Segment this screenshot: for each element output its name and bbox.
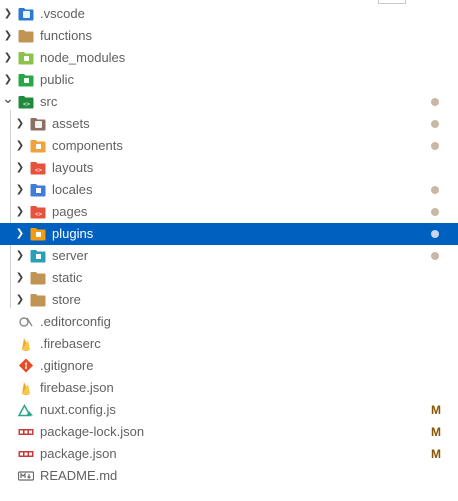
file-item-readme-md[interactable]: README.md <box>0 465 458 487</box>
item-label: .gitignore <box>40 358 94 373</box>
item-label: .firebaserc <box>40 336 101 351</box>
item-label: server <box>52 248 89 263</box>
item-label: functions <box>40 28 93 43</box>
item-label: plugins <box>52 226 94 241</box>
folder-item-public[interactable]: ❯ public <box>0 69 458 91</box>
plugins-folder-icon <box>30 227 46 241</box>
item-label: package.json <box>40 446 117 461</box>
folder-item-plugins[interactable]: ❯ plugins <box>0 223 458 245</box>
pages-folder-icon: <> <box>30 205 46 219</box>
folder-item-src[interactable]: ⌄ <> src <box>0 91 458 113</box>
layouts-folder-icon: <> <box>30 161 46 175</box>
folder-item-assets[interactable]: ❯ assets <box>0 113 458 135</box>
changes-dot-badge <box>431 142 439 150</box>
firebase-icon <box>18 337 34 351</box>
chevron-right-icon[interactable]: ❯ <box>0 3 16 25</box>
chevron-right-icon[interactable]: ❯ <box>12 135 28 157</box>
chevron-right-icon[interactable]: ❯ <box>0 25 16 47</box>
changes-dot-badge <box>431 252 439 260</box>
git-icon <box>18 359 34 373</box>
chevron-right-icon[interactable]: ❯ <box>12 201 28 223</box>
chevron-down-icon[interactable]: ⌄ <box>0 88 16 110</box>
file-item-firebaserc[interactable]: .firebaserc <box>0 333 458 355</box>
file-item-firebase-json[interactable]: firebase.json <box>0 377 458 399</box>
assets-folder-icon <box>30 117 46 131</box>
changes-dot-badge <box>431 186 439 194</box>
item-label: static <box>52 270 83 285</box>
locales-folder-icon <box>30 183 46 197</box>
item-label: package-lock.json <box>40 424 145 439</box>
chevron-right-icon[interactable]: ❯ <box>12 289 28 311</box>
folder-item-pages[interactable]: ❯ <> pages <box>0 201 458 223</box>
editorconfig-icon <box>18 315 34 329</box>
chevron-right-icon[interactable]: ❯ <box>12 245 28 267</box>
vscode-folder-icon <box>18 7 34 21</box>
file-item-editorconfig[interactable]: .editorconfig <box>0 311 458 333</box>
item-label: store <box>52 292 81 307</box>
file-item-nuxt-config-js[interactable]: nuxt.config.js M <box>0 399 458 421</box>
chevron-right-icon[interactable]: ❯ <box>0 47 16 69</box>
public-folder-icon <box>18 73 34 87</box>
node-folder-icon <box>18 51 34 65</box>
folder-item-static[interactable]: ❯ static <box>0 267 458 289</box>
item-label: layouts <box>52 160 94 175</box>
changes-dot-badge <box>431 208 439 216</box>
folder-icon <box>18 29 34 43</box>
folder-item-components[interactable]: ❯ components <box>0 135 458 157</box>
item-label: assets <box>52 116 90 131</box>
folder-item-node-modules[interactable]: ❯ node_modules <box>0 47 458 69</box>
file-item-gitignore[interactable]: .gitignore <box>0 355 458 377</box>
item-label: nuxt.config.js <box>40 402 116 417</box>
npm-icon <box>18 447 34 461</box>
file-item-package-lock-json[interactable]: package-lock.json M <box>0 421 458 443</box>
folder-item-server[interactable]: ❯ server <box>0 245 458 267</box>
npm-icon <box>18 425 34 439</box>
changes-dot-badge <box>431 98 439 106</box>
svg-text:<>: <> <box>35 211 43 218</box>
item-label: .vscode <box>40 6 85 21</box>
item-label: node_modules <box>40 50 126 65</box>
folder-item-functions[interactable]: ❯ functions <box>0 25 458 47</box>
svg-text:<>: <> <box>35 167 43 174</box>
item-label: pages <box>52 204 88 219</box>
chevron-right-icon[interactable]: ❯ <box>12 157 28 179</box>
folder-icon <box>30 293 46 307</box>
modified-badge: M <box>431 425 441 439</box>
changes-dot-badge <box>431 230 439 238</box>
folder-item-store[interactable]: ❯ store <box>0 289 458 311</box>
item-label: src <box>40 94 58 109</box>
chevron-right-icon[interactable]: ❯ <box>12 267 28 289</box>
item-label: components <box>52 138 123 153</box>
modified-badge: M <box>431 403 441 417</box>
server-folder-icon <box>30 249 46 263</box>
components-folder-icon <box>30 139 46 153</box>
item-label: README.md <box>40 468 118 483</box>
src-folder-icon: <> <box>18 95 34 109</box>
chevron-right-icon[interactable]: ❯ <box>12 113 28 135</box>
svg-text:<>: <> <box>23 101 31 108</box>
item-label: public <box>40 72 74 87</box>
folder-icon <box>30 271 46 285</box>
folder-item-locales[interactable]: ❯ locales <box>0 179 458 201</box>
item-label: firebase.json <box>40 380 114 395</box>
item-label: .editorconfig <box>40 314 111 329</box>
file-item-package-json[interactable]: package.json M <box>0 443 458 465</box>
chevron-right-icon[interactable]: ❯ <box>12 179 28 201</box>
changes-dot-badge <box>431 120 439 128</box>
item-label: locales <box>52 182 93 197</box>
nuxt-icon <box>18 403 34 417</box>
modified-badge: M <box>431 447 441 461</box>
markdown-icon <box>18 469 34 483</box>
folder-item-vscode[interactable]: ❯ .vscode <box>0 3 458 25</box>
chevron-right-icon[interactable]: ❯ <box>12 223 28 245</box>
firebase-icon <box>18 381 34 395</box>
folder-item-layouts[interactable]: ❯ <> layouts <box>0 157 458 179</box>
